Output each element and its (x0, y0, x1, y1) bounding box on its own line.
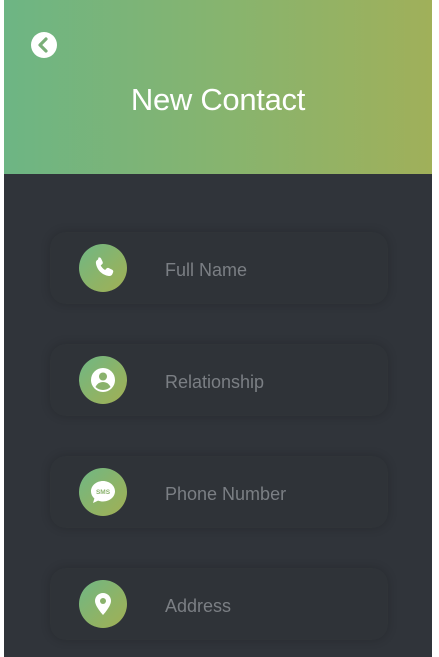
address-placeholder: Address (165, 596, 232, 616)
back-button[interactable] (31, 32, 57, 58)
phone-number-placeholder: Phone Number (165, 484, 287, 504)
person-icon-badge (79, 356, 127, 404)
sms-icon-text: SMS (96, 489, 111, 496)
phone-number-field[interactable]: SMS Phone Number (50, 456, 388, 528)
header: New Contact (4, 0, 432, 174)
address-field[interactable]: Address (50, 568, 388, 640)
location-pin-icon (95, 593, 111, 615)
person-icon (91, 368, 115, 392)
relationship-placeholder: Relationship (165, 372, 265, 392)
location-pin-icon-badge (79, 580, 127, 628)
sms-icon-badge: SMS (79, 468, 127, 516)
phone-icon (95, 257, 114, 277)
phone-icon-badge (79, 244, 127, 292)
sms-icon: SMS (91, 481, 115, 503)
app-screen: New Contact Full Name Relationship SMS P… (4, 0, 432, 657)
full-name-field[interactable]: Full Name (50, 232, 388, 304)
full-name-placeholder: Full Name (165, 260, 248, 280)
relationship-field[interactable]: Relationship (50, 344, 388, 416)
page-title: New Contact (130, 82, 306, 117)
back-chevron-icon (38, 37, 48, 53)
